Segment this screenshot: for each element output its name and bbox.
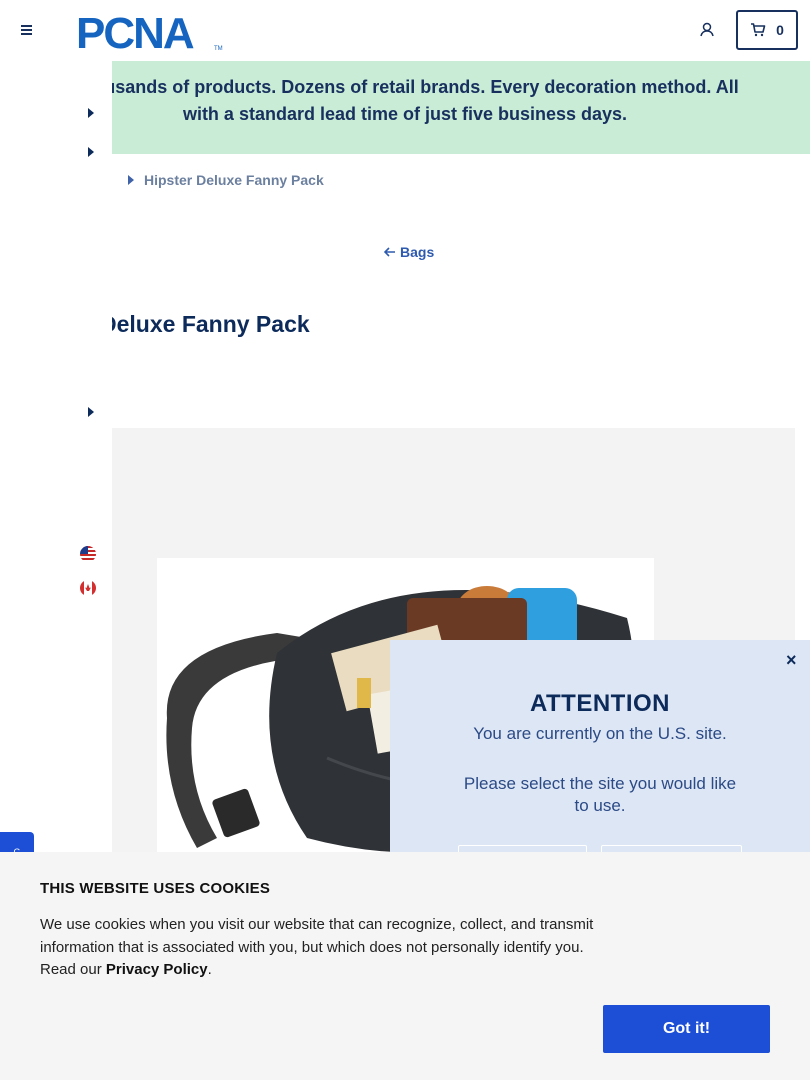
cookie-title: THIS WEBSITE USES COOKIES (40, 880, 271, 897)
caret-right-icon[interactable] (88, 108, 94, 118)
cart-button[interactable]: 0 (736, 10, 798, 50)
cookie-period: . (207, 961, 212, 978)
pcna-logo[interactable]: PCNA TM (76, 9, 226, 58)
page: PCNA TM 0 Thousands of products. Dozens … (0, 0, 810, 1080)
back-to-bags-link[interactable]: Bags (384, 244, 434, 260)
canada-flag-icon[interactable] (80, 580, 96, 596)
arrow-left-icon (384, 247, 395, 257)
back-link-label: Bags (400, 244, 435, 260)
cookie-text: We use cookies when you visit our websit… (40, 914, 600, 982)
menu-button[interactable] (18, 20, 38, 40)
promo-banner: Thousands of products. Dozens of retail … (0, 61, 810, 154)
attention-current-site: You are currently on the U.S. site. (473, 724, 727, 743)
got-it-button[interactable]: Got it! (603, 1005, 770, 1053)
caret-right-icon[interactable] (88, 407, 94, 417)
breadcrumb-current: Hipster Deluxe Fanny Pack (144, 172, 324, 188)
product-title: Deluxe Fanny Pack (100, 311, 310, 337)
promo-line-1: Thousands of products. Dozens of retail … (71, 77, 739, 97)
logo-trademark: TM (214, 46, 223, 51)
privacy-policy-link[interactable]: Privacy Policy (106, 961, 208, 978)
logo-text: PCNA (76, 11, 194, 51)
us-flag-icon[interactable] (80, 546, 96, 562)
attention-select-prompt: Please select the site you would like to… (463, 774, 737, 815)
close-icon[interactable]: × (786, 650, 797, 671)
cookie-banner: THIS WEBSITE USES COOKIES We use cookies… (0, 852, 810, 1080)
account-button[interactable] (697, 20, 717, 40)
cart-count: 0 (776, 22, 784, 38)
caret-right-icon[interactable] (88, 147, 94, 157)
cart-icon (751, 23, 766, 37)
attention-title: ATTENTION (529, 690, 671, 717)
caret-right-icon (128, 175, 134, 185)
site-header: PCNA TM 0 (0, 0, 810, 61)
promo-line-2: with a standard lead time of just five b… (182, 104, 628, 124)
account-icon (700, 22, 714, 37)
menu-icon (21, 25, 32, 35)
